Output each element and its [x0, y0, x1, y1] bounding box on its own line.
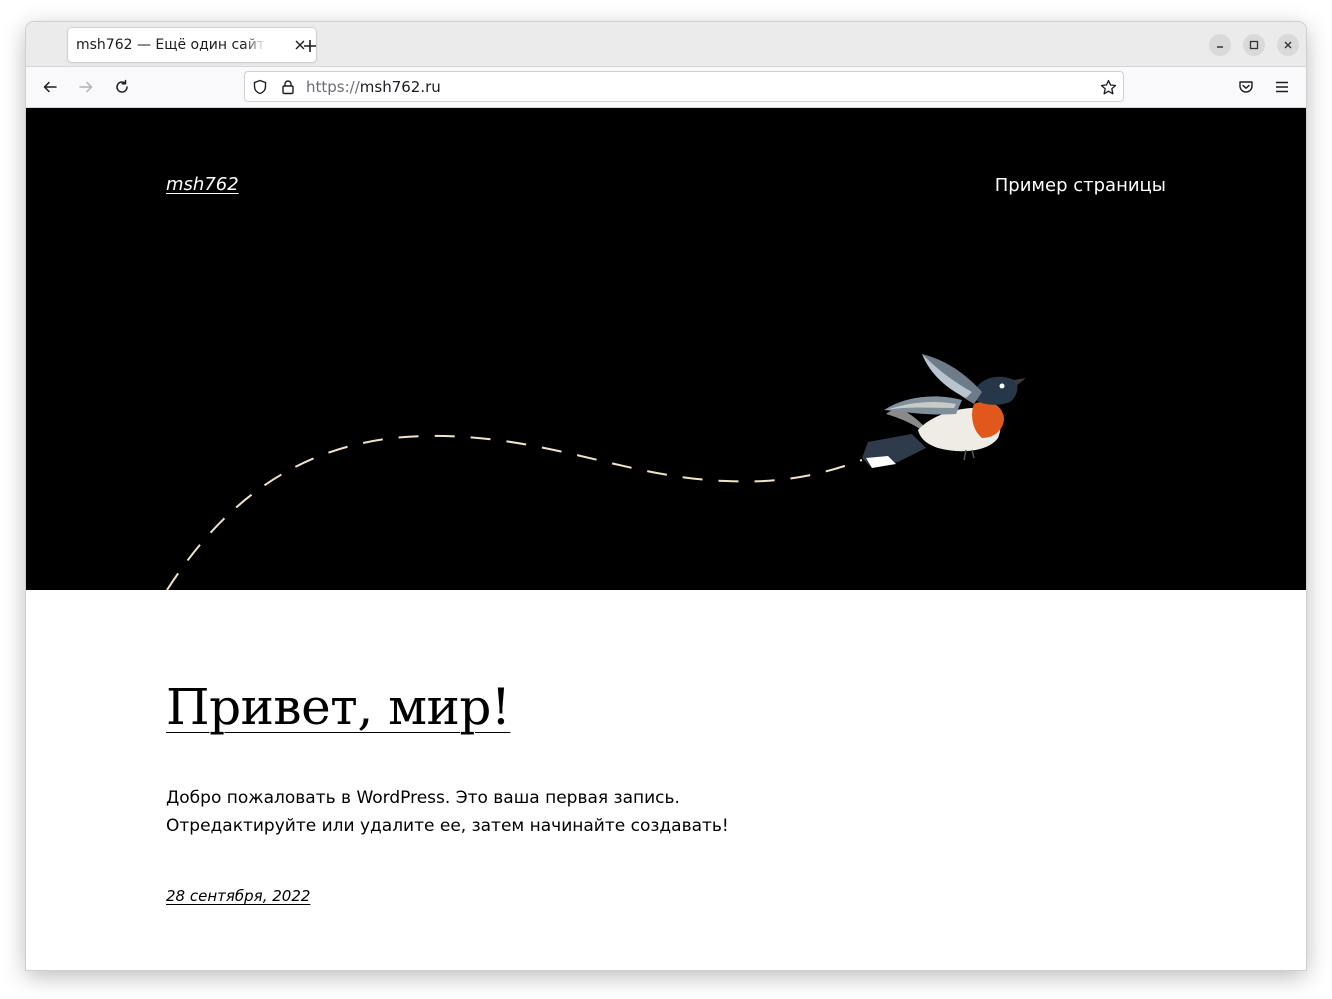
new-tab-plus-icon[interactable] — [298, 34, 322, 58]
minimize-icon[interactable] — [1209, 34, 1231, 56]
hamburger-menu-icon[interactable] — [1270, 75, 1294, 99]
star-icon[interactable] — [1099, 78, 1117, 96]
nav-link-sample-page[interactable]: Пример страницы — [995, 175, 1166, 196]
bird — [862, 354, 1026, 468]
post-excerpt: Добро пожаловать в WordPress. Это ваша п… — [166, 788, 729, 836]
url-text[interactable]: https://msh762.ru — [306, 78, 441, 96]
url-scheme: https:// — [306, 78, 360, 96]
url-host: msh762.ru — [359, 78, 441, 96]
web-page: msh762 Пример страницы Привет, мир! Добр… — [26, 108, 1306, 970]
tab-active[interactable]: msh762 — Ещё один сайт на WordPress — [68, 28, 316, 62]
hero-banner: msh762 Пример страницы — [26, 108, 1306, 590]
browser-window: msh762 — Ещё один сайт на WordPress — [26, 22, 1306, 970]
tab-title: msh762 — Ещё один сайт на WordPress — [76, 37, 266, 53]
address-bar[interactable]: https://msh762.ru — [244, 71, 1124, 102]
tab-strip: msh762 — Ещё один сайт на WordPress — [26, 22, 1306, 67]
tracking-protection-shield-icon[interactable] — [251, 78, 269, 96]
reload-icon[interactable] — [110, 75, 134, 99]
nav-toolbar: https://msh762.ru — [26, 67, 1306, 108]
lock-icon[interactable] — [279, 78, 297, 96]
flight-trail — [166, 434, 863, 590]
close-window-icon[interactable] — [1277, 34, 1299, 56]
post-title-link[interactable]: Привет, мир! — [166, 678, 511, 736]
back-arrow-icon[interactable] — [38, 75, 62, 99]
site-title-link[interactable]: msh762 — [166, 174, 239, 195]
pocket-icon[interactable] — [1234, 75, 1258, 99]
maximize-icon[interactable] — [1243, 34, 1265, 56]
forward-arrow-icon[interactable] — [74, 75, 98, 99]
post-date-link[interactable]: 28 сентября, 2022 — [166, 887, 310, 905]
